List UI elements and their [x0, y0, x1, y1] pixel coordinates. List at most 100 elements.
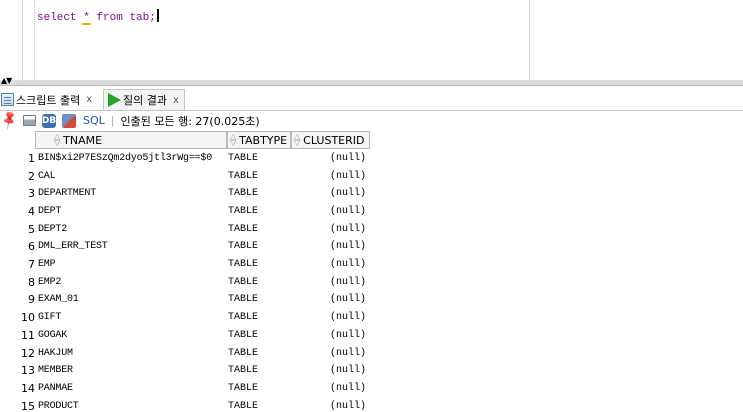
tab-script-output-close-icon[interactable]: x	[86, 94, 92, 105]
table-row[interactable]: 7 EMP TABLE (null)	[0, 256, 743, 274]
column-header-clusterid[interactable]: △ ▽ CLUSTERID	[291, 131, 370, 149]
tabtype-cell[interactable]: TABLE	[228, 167, 291, 185]
sql-rest: from tab;	[96, 12, 156, 24]
refresh-db-icon[interactable]: DB	[42, 113, 56, 128]
table-row[interactable]: 5 DEPT2 TABLE (null)	[0, 220, 743, 238]
tabtype-cell[interactable]: TABLE	[228, 185, 291, 203]
sql-editor[interactable]: select * from tab;	[0, 0, 743, 80]
tname-cell[interactable]: DEPT	[38, 203, 227, 221]
tname-cell[interactable]: PANMAE	[38, 380, 227, 398]
clusterid-cell[interactable]: (null)	[291, 362, 366, 380]
tname-cell[interactable]: EMP	[38, 256, 227, 274]
table-row[interactable]: 14 PANMAE TABLE (null)	[0, 380, 743, 398]
row-number-cell[interactable]: 6	[0, 238, 36, 256]
print-icon[interactable]	[23, 115, 36, 126]
clusterid-cell[interactable]: (null)	[291, 380, 366, 398]
table-row[interactable]: 3 DEPARTMENT TABLE (null)	[0, 185, 743, 203]
row-number-cell[interactable]: 2	[0, 167, 36, 185]
row-number-cell[interactable]: 11	[0, 327, 36, 345]
clusterid-cell[interactable]: (null)	[291, 185, 366, 203]
table-row[interactable]: 2 CAL TABLE (null)	[0, 167, 743, 185]
toolbar-separator: |	[110, 114, 115, 127]
tab-query-result-close-icon[interactable]: x	[173, 95, 179, 106]
clusterid-cell[interactable]: (null)	[291, 273, 366, 291]
tabtype-cell[interactable]: TABLE	[228, 397, 291, 412]
tabtype-cell[interactable]: TABLE	[228, 327, 291, 345]
tabtype-cell[interactable]: TABLE	[228, 344, 291, 362]
clusterid-cell[interactable]: (null)	[291, 344, 366, 362]
row-number-cell[interactable]: 4	[0, 203, 36, 221]
table-row[interactable]: 8 EMP2 TABLE (null)	[0, 273, 743, 291]
tabtype-cell[interactable]: TABLE	[228, 380, 291, 398]
export-icon[interactable]	[62, 113, 76, 128]
tab-script-output[interactable]: 스크립트 출력 x	[1, 89, 98, 110]
row-number-cell[interactable]: 3	[0, 185, 36, 203]
table-row[interactable]: 13 MEMBER TABLE (null)	[0, 362, 743, 380]
clusterid-cell[interactable]: (null)	[291, 291, 366, 309]
table-row[interactable]: 6 DML_ERR_TEST TABLE (null)	[0, 238, 743, 256]
clusterid-cell[interactable]: (null)	[291, 203, 366, 221]
sql-star-token: *	[83, 12, 90, 24]
column-header-tname[interactable]: △ ▽ TNAME	[35, 131, 227, 149]
tabtype-cell[interactable]: TABLE	[228, 220, 291, 238]
tabtype-cell[interactable]: TABLE	[228, 238, 291, 256]
tabtype-cell[interactable]: TABLE	[228, 291, 291, 309]
clusterid-cell[interactable]: (null)	[291, 167, 366, 185]
clusterid-cell[interactable]: (null)	[291, 220, 366, 238]
row-number-cell[interactable]: 7	[0, 256, 36, 274]
column-header-tabtype[interactable]: △ ▽ TABTYPE	[227, 131, 291, 149]
tname-cell[interactable]: GIFT	[38, 309, 227, 327]
table-row[interactable]: 11 GOGAK TABLE (null)	[0, 327, 743, 345]
table-row[interactable]: 1 BIN$xi2P7ESzQm2dyo5jtl3rWg==$0 TABLE (nul…	[0, 150, 743, 168]
fetch-status-text: 인출된 모든 행: 27(0.025초)	[120, 114, 260, 128]
clusterid-cell[interactable]: (null)	[291, 150, 366, 168]
play-icon	[108, 93, 121, 107]
table-row[interactable]: 9 EXAM_01 TABLE (null)	[0, 291, 743, 309]
clusterid-cell[interactable]: (null)	[291, 256, 366, 274]
tab-query-result[interactable]: 질의 결과 x	[103, 89, 185, 110]
sql-statement[interactable]: select * from tab;	[37, 9, 159, 24]
row-number-cell[interactable]: 9	[0, 291, 36, 309]
sql-keyword-select: select	[37, 12, 77, 24]
tname-cell[interactable]: MEMBER	[38, 362, 227, 380]
tname-cell[interactable]: BIN$xi2P7ESzQm2dyo5jtl3rWg==$0	[38, 150, 227, 168]
row-number-cell[interactable]: 8	[0, 273, 36, 291]
row-number-cell[interactable]: 15	[0, 397, 36, 412]
pane-splitter[interactable]: ▲▼	[0, 77, 743, 86]
tname-cell[interactable]: CAL	[38, 167, 227, 185]
tabtype-cell[interactable]: TABLE	[228, 203, 291, 221]
table-row[interactable]: 15 PRODUCT TABLE (null)	[0, 397, 743, 412]
tname-cell[interactable]: EMP2	[38, 273, 227, 291]
row-number-cell[interactable]: 10	[0, 309, 36, 327]
splitter-arrows-icon[interactable]: ▲▼	[1, 77, 12, 85]
row-number-cell[interactable]: 14	[0, 380, 36, 398]
clusterid-cell[interactable]: (null)	[291, 309, 366, 327]
tname-cell[interactable]: DEPARTMENT	[38, 185, 227, 203]
tname-cell[interactable]: DML_ERR_TEST	[38, 238, 227, 256]
pin-icon[interactable]: 📌	[0, 109, 21, 131]
sql-link[interactable]: SQL	[83, 114, 105, 127]
table-row[interactable]: 12 HAKJUM TABLE (null)	[0, 344, 743, 362]
tabtype-cell[interactable]: TABLE	[228, 309, 291, 327]
clusterid-cell[interactable]: (null)	[291, 397, 366, 412]
tname-cell[interactable]: GOGAK	[38, 327, 227, 345]
tabtype-cell[interactable]: TABLE	[228, 150, 291, 168]
tname-cell[interactable]: DEPT2	[38, 220, 227, 238]
table-row[interactable]: 10 GIFT TABLE (null)	[0, 309, 743, 327]
tname-cell[interactable]: EXAM_01	[38, 291, 227, 309]
editor-gutter-divider	[22, 0, 23, 80]
column-header-label: CLUSTERID	[303, 133, 365, 147]
row-number-cell[interactable]: 12	[0, 344, 36, 362]
clusterid-cell[interactable]: (null)	[291, 327, 366, 345]
table-row[interactable]: 4 DEPT TABLE (null)	[0, 203, 743, 221]
text-caret	[156, 9, 159, 22]
tabtype-cell[interactable]: TABLE	[228, 256, 291, 274]
tname-cell[interactable]: PRODUCT	[38, 397, 227, 412]
row-number-cell[interactable]: 1	[0, 150, 36, 168]
clusterid-cell[interactable]: (null)	[291, 238, 366, 256]
row-number-cell[interactable]: 13	[0, 362, 36, 380]
tname-cell[interactable]: HAKJUM	[38, 344, 227, 362]
row-number-cell[interactable]: 5	[0, 220, 36, 238]
tabtype-cell[interactable]: TABLE	[228, 362, 291, 380]
tabtype-cell[interactable]: TABLE	[228, 273, 291, 291]
